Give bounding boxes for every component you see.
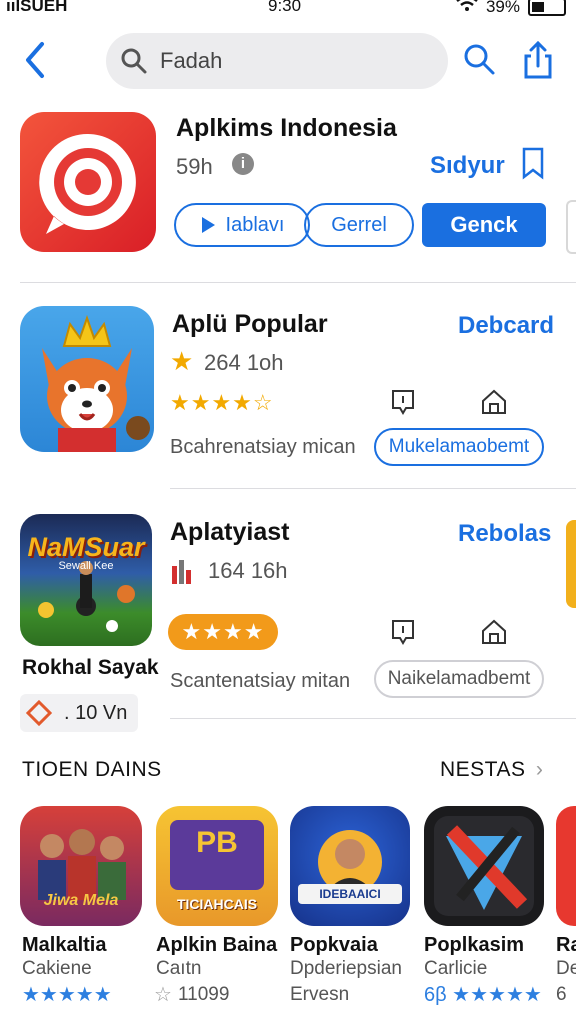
grid-app-4-rating: 6β ★★★★★ <box>424 984 542 1006</box>
share-icon <box>524 40 552 79</box>
general-button[interactable]: Gerrel <box>304 203 414 247</box>
app1-title: Aplü Popular <box>172 310 328 338</box>
battery-percent: 39% <box>485 0 520 16</box>
grid-app-1-icon[interactable]: Jiwa Mela <box>20 806 142 926</box>
chat-target-icon <box>39 133 136 234</box>
search-icon <box>120 47 148 80</box>
grid-app-5-sub: De <box>556 958 576 979</box>
save-icon[interactable] <box>390 618 416 651</box>
back-button[interactable] <box>22 40 52 80</box>
app2-side-badge: . 10 Vn <box>20 694 138 732</box>
person-portrait-icon <box>318 830 382 894</box>
grid-app-2-icon[interactable]: PB TICIAHCAIS <box>156 806 278 926</box>
abstract-x-icon <box>434 816 534 916</box>
chevron-right-icon: › <box>535 758 544 781</box>
status-bar: ıılSUEH 9:30 39% <box>0 0 576 18</box>
app2-side-value: . 10 Vn <box>64 702 128 724</box>
grid-app-4-name: Poplkasim <box>424 934 525 956</box>
play-button-label: Iablavı <box>225 213 285 236</box>
app2-link[interactable]: Rebolas <box>458 520 551 548</box>
featured-title: Aplkims Indonesia <box>176 114 397 142</box>
info-icon[interactable]: i <box>232 153 254 175</box>
clock: 9:30 <box>268 0 302 15</box>
grid-app-2-sub: Caıtn <box>156 958 202 979</box>
fox-king-icon <box>42 314 150 452</box>
section-title: TIOEN DAINS <box>22 758 162 781</box>
next-card-edge <box>566 520 576 608</box>
divider <box>170 488 576 489</box>
grid-icon-1-text: Jiwa Mela <box>43 892 119 909</box>
next-card-edge <box>566 200 576 254</box>
app1-link[interactable]: Debcard <box>458 312 554 340</box>
grid-icon-2-bottom: TICIAHCAIS <box>176 896 258 912</box>
status-right: 39% <box>456 0 566 17</box>
get-button[interactable]: Genck <box>422 203 546 247</box>
search-field[interactable]: Fadah <box>106 33 448 89</box>
game-icon-title: NaMSuar <box>27 532 145 562</box>
app2-side-name: Rokhal Sayak <box>22 656 159 679</box>
featured-app-icon[interactable] <box>20 112 156 252</box>
grid-app-3-sub: Dpderiepsian <box>290 958 402 979</box>
app2-rating-badge: ★★★★ <box>168 614 278 650</box>
divider <box>20 282 576 283</box>
grid-app-3-icon[interactable]: IDEBAAICI <box>290 806 410 926</box>
bar-chart-icon <box>170 558 198 589</box>
star-icon: ★ <box>170 346 194 376</box>
play-button[interactable]: Iablavı <box>174 203 310 247</box>
grid-app-5-name: Ra <box>556 934 576 956</box>
search-button[interactable] <box>462 42 496 81</box>
general-button-label: Gerrel <box>331 213 387 236</box>
featured-action-link[interactable]: Sıdyur <box>430 152 505 180</box>
get-button-label: Genck <box>450 212 518 237</box>
chevron-left-icon <box>26 42 44 78</box>
carrier-label: ıılSUEH <box>6 0 68 15</box>
grid-app-2-name: Aplkin Baina <box>156 934 278 956</box>
home-icon[interactable] <box>480 618 508 651</box>
battery-icon <box>528 0 566 16</box>
star-outline-icon: ☆ <box>154 984 172 1006</box>
grid-app-4-sub: Carlicie <box>424 958 488 979</box>
app2-title: Aplatyiast <box>170 518 290 546</box>
grid-app-3-rating: Ervesn <box>290 984 350 1005</box>
app2-pill-button[interactable]: Naikelamadbemt <box>374 660 544 698</box>
bookmark-icon[interactable] <box>520 146 546 185</box>
grid-app-2-rating: 11099 <box>178 984 230 1005</box>
grid-icon-3-text: IDEBAAICI <box>298 884 402 904</box>
app1-rating-stars: ★★★★☆ <box>170 390 274 415</box>
game-icon-sub: Sewall Kee <box>58 560 114 572</box>
app1-pill-label: Mukelamaobemt <box>388 436 530 457</box>
grid-app-1-rating: ★★★★★ <box>22 984 112 1006</box>
grid-app-1-sub: Cakiene <box>22 958 92 979</box>
app1-meta: 264 1oh <box>204 350 284 375</box>
play-icon <box>201 217 215 233</box>
grid-app-4-icon[interactable] <box>424 806 544 926</box>
section-see-all-label: NESTAS <box>440 758 526 781</box>
app2-pill-label: Naikelamadbemt <box>387 668 531 689</box>
app1-pill-button[interactable]: Mukelamaobemt <box>374 428 544 466</box>
grid-app-5-icon[interactable] <box>556 806 576 926</box>
grid-app-3-name: Popkvaia <box>290 934 378 956</box>
home-icon[interactable] <box>480 388 508 421</box>
featured-meta: 59h <box>176 154 213 179</box>
section-see-all[interactable]: NESTAS › <box>440 758 543 782</box>
diamond-icon <box>26 700 52 726</box>
app2-meta: 164 16h <box>208 558 288 583</box>
grid-app-5-rating: 6 <box>556 984 567 1005</box>
save-icon[interactable] <box>390 388 416 421</box>
fox-app-icon[interactable] <box>20 306 154 452</box>
grid-app-1-name: Malkaltia <box>22 934 107 956</box>
magnifier-icon <box>464 44 495 75</box>
app2-description: Scantenatsiay mitan <box>170 670 351 692</box>
divider <box>170 718 576 719</box>
wifi-icon <box>456 0 478 17</box>
share-button[interactable] <box>522 40 554 85</box>
soccer-game-icon[interactable]: NaMSuar Sewall Kee <box>20 514 152 646</box>
grid-icon-2-top: PB <box>196 826 238 859</box>
app1-description: Bcahrenatsiay mican <box>170 436 356 458</box>
search-text: Fadah <box>160 48 223 73</box>
